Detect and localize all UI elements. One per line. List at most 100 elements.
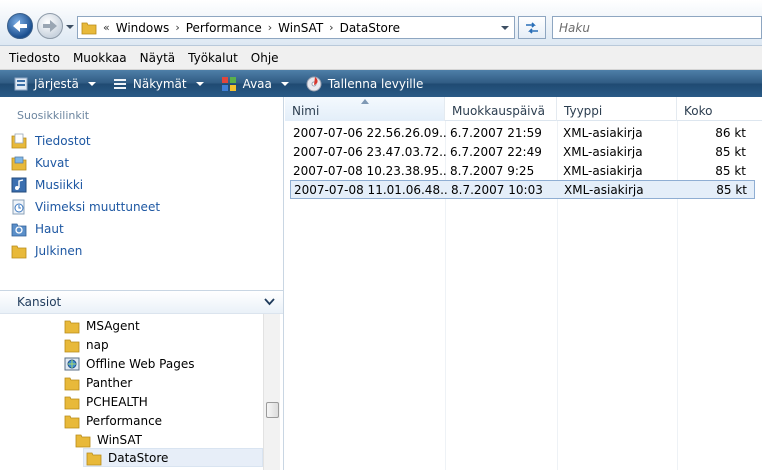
favorite-public[interactable]: Julkinen bbox=[11, 241, 82, 261]
favorite-music[interactable]: Musiikki bbox=[11, 175, 83, 195]
tree-item-offline-web-pages[interactable]: Offline Web Pages bbox=[64, 354, 194, 373]
open-button[interactable]: Avaa bbox=[221, 76, 289, 92]
recent-icon bbox=[12, 199, 25, 215]
burn-button[interactable]: Tallenna levyille bbox=[306, 76, 423, 92]
file-size: 85 kt bbox=[716, 182, 747, 197]
file-name-cell: 2007-07-08 10.23.38.95... bbox=[290, 163, 447, 179]
column-header-name[interactable]: Nimi bbox=[285, 97, 445, 121]
folder-icon bbox=[64, 415, 80, 428]
navigation-pane: Suosikkilinkit Tiedostot Kuvat Musiikki bbox=[0, 97, 284, 470]
chevron-right-icon[interactable]: › bbox=[268, 21, 272, 34]
favorite-label: Viimeksi muuttuneet bbox=[35, 200, 161, 214]
breadcrumb-performance[interactable]: Performance bbox=[186, 21, 262, 35]
file-name: 2007-07-06 23.47.03.72... bbox=[293, 144, 447, 159]
menu-edit[interactable]: Muokkaa bbox=[73, 51, 127, 65]
tree-item-performance[interactable]: Performance bbox=[64, 411, 162, 430]
views-button[interactable]: Näkymät bbox=[113, 77, 204, 91]
folder-icon bbox=[75, 434, 91, 447]
favorite-pictures[interactable]: Kuvat bbox=[11, 153, 69, 173]
breadcrumb-winsat[interactable]: WinSAT bbox=[278, 21, 323, 35]
command-bar: Järjestä Näkymät Avaa Tallenna levyille bbox=[0, 70, 762, 97]
file-row[interactable]: 2007-07-08 10.23.38.95... 8.7.2007 9:25 … bbox=[290, 161, 755, 180]
column-header-size[interactable]: Koko bbox=[677, 97, 762, 121]
tree-item-msagent[interactable]: MSAgent bbox=[64, 316, 140, 335]
tree-item-panther[interactable]: Panther bbox=[64, 373, 132, 392]
tree-label: PCHEALTH bbox=[86, 394, 148, 409]
address-bar[interactable]: « Windows › Performance › WinSAT › DataS… bbox=[77, 16, 515, 39]
folder-icon bbox=[64, 320, 80, 333]
burn-icon bbox=[306, 76, 322, 91]
column-header-modified[interactable]: Muokkauspäivä bbox=[445, 97, 557, 121]
favorite-documents[interactable]: Tiedostot bbox=[11, 131, 91, 151]
chevron-down-icon bbox=[195, 81, 204, 86]
arrow-right-icon bbox=[43, 20, 57, 32]
tree-scrollbar[interactable] bbox=[263, 314, 280, 470]
tree-label: Performance bbox=[86, 413, 163, 428]
public-icon bbox=[11, 245, 27, 259]
tree-label: nap bbox=[86, 337, 109, 352]
menu-tools[interactable]: Työkalut bbox=[188, 51, 238, 65]
file-name-cell: 2007-07-06 23.47.03.72... bbox=[290, 144, 447, 160]
folders-header[interactable]: Kansiot bbox=[0, 290, 283, 314]
file-type: XML-asiakirja bbox=[563, 125, 643, 140]
breadcrumb-datastore[interactable]: DataStore bbox=[340, 21, 400, 35]
menu-file[interactable]: Tiedosto bbox=[9, 51, 60, 65]
folder-icon bbox=[64, 396, 80, 409]
recent-pages-dropdown-icon[interactable] bbox=[65, 22, 75, 32]
chevron-down-icon[interactable] bbox=[264, 298, 275, 306]
tree-label: WinSAT bbox=[97, 432, 142, 447]
searches-icon bbox=[11, 223, 27, 237]
file-type: XML-asiakirja bbox=[564, 182, 644, 197]
music-icon bbox=[11, 177, 27, 193]
file-name: 2007-07-06 22.56.26.09... bbox=[293, 125, 447, 140]
favorite-label: Tiedostot bbox=[35, 134, 91, 148]
tree-item-nap[interactable]: nap bbox=[64, 335, 109, 354]
file-row[interactable]: 2007-07-06 22.56.26.09... 6.7.2007 21:59… bbox=[290, 123, 755, 142]
file-name-cell: 2007-07-08 11.01.06.48... bbox=[291, 182, 448, 198]
back-button[interactable] bbox=[7, 13, 33, 39]
organize-button[interactable]: Järjestä bbox=[14, 77, 96, 91]
file-list: Nimi Muokkauspäivä Tyyppi Koko 2007-07-0… bbox=[285, 97, 762, 470]
breadcrumb-overflow[interactable]: « bbox=[103, 21, 110, 34]
forward-button[interactable] bbox=[37, 13, 63, 39]
favorite-label: Haut bbox=[35, 222, 64, 236]
favorite-searches[interactable]: Haut bbox=[11, 219, 64, 239]
column-header-type[interactable]: Tyyppi bbox=[557, 97, 677, 121]
tree-item-datastore[interactable]: DataStore bbox=[83, 448, 263, 467]
chevron-right-icon[interactable]: › bbox=[329, 21, 333, 34]
breadcrumb-windows[interactable]: Windows bbox=[116, 21, 170, 35]
file-row-selected[interactable]: 2007-07-08 11.01.06.48... 8.7.2007 10:03… bbox=[290, 180, 755, 199]
offline-pages-icon bbox=[64, 357, 80, 370]
chevron-right-icon[interactable]: › bbox=[175, 21, 179, 34]
favorite-recent[interactable]: Viimeksi muuttuneet bbox=[11, 197, 160, 217]
column-header-label: Nimi bbox=[292, 104, 320, 118]
file-name-cell: 2007-07-06 22.56.26.09... bbox=[290, 125, 447, 141]
tree-label: MSAgent bbox=[86, 318, 140, 333]
search-field[interactable] bbox=[552, 16, 762, 39]
organize-label: Järjestä bbox=[34, 76, 79, 91]
file-size: 86 kt bbox=[715, 125, 746, 140]
views-label: Näkymät bbox=[132, 76, 187, 91]
tree-label: Panther bbox=[86, 375, 133, 390]
chevron-down-icon bbox=[280, 81, 289, 86]
folders-title: Kansiot bbox=[17, 295, 62, 309]
tree-item-winsat[interactable]: WinSAT bbox=[75, 430, 142, 449]
address-toolbar: « Windows › Performance › WinSAT › DataS… bbox=[0, 0, 762, 46]
address-dropdown-icon[interactable] bbox=[500, 23, 510, 33]
scrollbar-thumb[interactable] bbox=[266, 402, 279, 418]
arrow-left-icon bbox=[13, 20, 27, 32]
search-input[interactable] bbox=[559, 21, 739, 35]
menu-help[interactable]: Ohje bbox=[251, 51, 279, 65]
tree-item-pchealth[interactable]: PCHEALTH bbox=[64, 392, 148, 411]
folder-icon bbox=[64, 339, 80, 352]
pictures-icon bbox=[11, 156, 27, 171]
folder-icon bbox=[64, 377, 80, 390]
open-label: Avaa bbox=[242, 76, 272, 91]
file-size: 85 kt bbox=[715, 144, 746, 159]
favorite-label: Kuvat bbox=[35, 156, 70, 170]
folder-icon bbox=[81, 22, 97, 34]
file-row[interactable]: 2007-07-06 23.47.03.72... 6.7.2007 22:49… bbox=[290, 142, 755, 161]
refresh-button[interactable] bbox=[518, 16, 546, 39]
menu-view[interactable]: Näytä bbox=[140, 51, 176, 65]
file-type: XML-asiakirja bbox=[563, 163, 643, 178]
